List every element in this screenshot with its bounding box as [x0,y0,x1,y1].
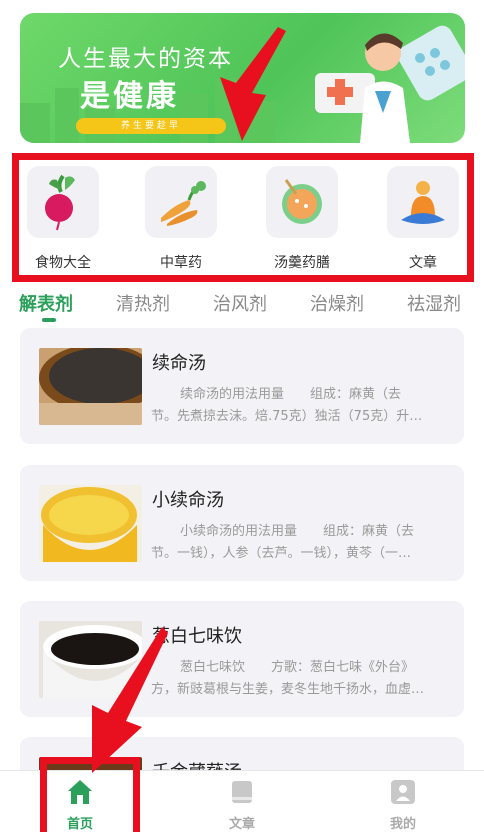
category-label: 文章 [409,255,437,271]
nav-profile[interactable]: 我的 [363,779,443,832]
dish-photo [39,621,142,698]
category-label: 中草药 [160,255,202,271]
category-soup[interactable]: 汤羹药膳 [262,166,342,272]
herb-roots-icon [145,166,217,238]
item-description: 续命汤的用法用量 组成：麻黄（去 节。先煮掠去沫。焙.75克）独活（75克）升… [151,387,423,424]
category-label: 汤羹药膳 [274,255,330,271]
list-item[interactable]: 续命汤 续命汤的用法用量 组成：麻黄（去 节。先煮掠去沫。焙.75克）独活（75… [20,328,464,444]
formula-category-tabs: 解表剂 清热剂 治风剂 治燥剂 祛湿剂 [0,286,484,326]
list-item[interactable]: 葱白七味饮 葱白七味饮 方歌：葱白七味《外台》 方，新豉葛根与生姜，麦冬生地千扬… [20,601,464,717]
tab-jiebiao[interactable]: 解表剂 [19,290,73,316]
item-title: 小续命汤 [152,490,224,511]
nav-label: 我的 [389,817,416,832]
tab-zhizao[interactable]: 治燥剂 [310,290,364,316]
dish-photo [39,348,142,425]
item-title: 葱白七味饮 [152,626,242,647]
category-food[interactable]: 食物大全 [23,166,103,272]
list-item[interactable]: 小续命汤 小续命汤的用法用量 组成：麻黄（去 节。一钱），人参（去芦。一钱），黄… [20,465,464,581]
category-herbs[interactable]: 中草药 [141,166,221,272]
item-description: 葱白七味饮 方歌：葱白七味《外台》 方，新豉葛根与生姜，麦冬生地千扬水，血虚… [151,660,425,697]
tab-zhifeng[interactable]: 治风剂 [213,290,267,316]
health-banner[interactable]: 人生最大的资本 是健康 养生要趁早 [20,13,465,143]
doctor-illustration [315,25,465,143]
category-label: 食物大全 [35,255,91,271]
book-icon [229,779,255,805]
user-icon [390,779,416,805]
annotation-highlight-box [40,757,140,832]
soup-bowl-icon [266,166,338,238]
item-title: 续命汤 [152,353,206,374]
banner-headline-line2: 是健康 [80,79,179,114]
tab-qushi[interactable]: 祛湿剂 [407,290,461,316]
radish-icon [27,166,99,238]
active-tab-indicator [42,318,56,322]
nav-articles[interactable]: 文章 [202,779,282,832]
banner-headline-line1: 人生最大的资本 [58,46,233,72]
dish-photo [39,485,142,562]
nav-label: 文章 [228,817,255,832]
banner-tagline: 养生要趁早 [76,118,226,134]
meditation-icon [387,166,459,238]
tab-qingre[interactable]: 清热剂 [116,290,170,316]
category-articles[interactable]: 文章 [383,166,463,272]
item-description: 小续命汤的用法用量 组成：麻黄（去 节。一钱），人参（去芦。一钱），黄芩（一… [151,524,415,561]
